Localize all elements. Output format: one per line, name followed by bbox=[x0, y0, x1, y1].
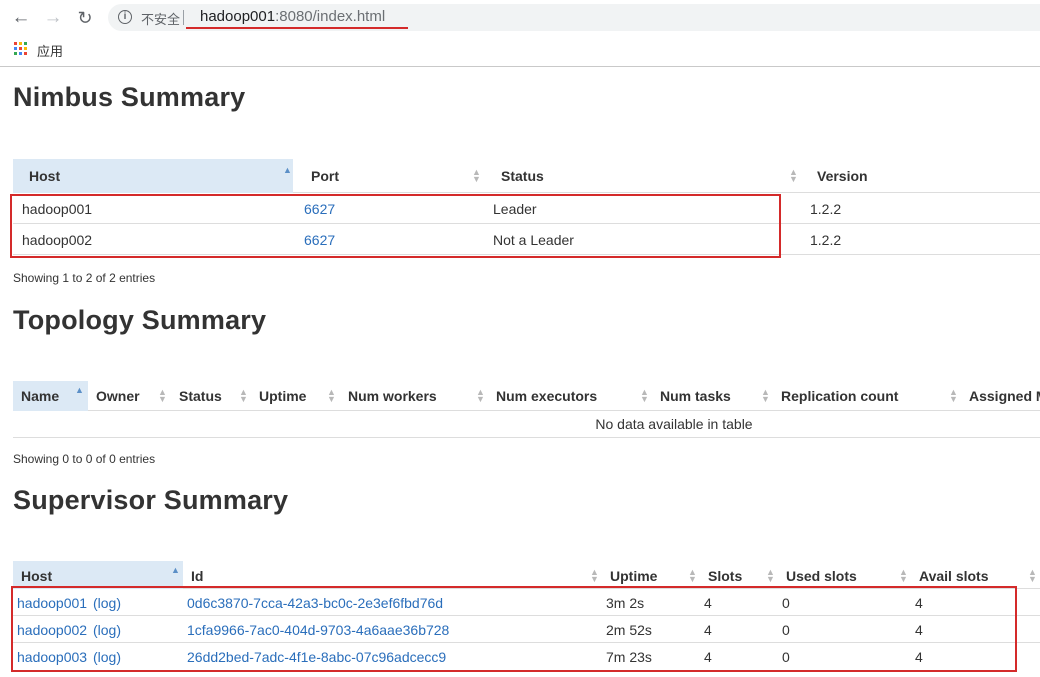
nimbus-col-host[interactable]: Host ▲ bbox=[13, 159, 293, 193]
security-status[interactable]: 不安全 bbox=[141, 9, 180, 28]
topology-col-status-label: Status bbox=[179, 388, 222, 404]
back-arrow-icon[interactable]: ← bbox=[10, 7, 32, 29]
supervisor-col-avail-slots-label: Avail slots bbox=[919, 568, 989, 584]
table-row: No data available in table bbox=[13, 411, 1040, 438]
supervisor-col-id[interactable]: Id ▲ ▼ bbox=[183, 561, 601, 589]
topology-col-replication-count-label: Replication count bbox=[781, 388, 899, 404]
supervisor-col-used-slots-label: Used slots bbox=[786, 568, 857, 584]
nimbus-col-status[interactable]: Status ▲ ▼ bbox=[483, 159, 799, 193]
sort-both-icon: ▲ ▼ bbox=[766, 567, 775, 584]
topology-col-num-tasks-label: Num tasks bbox=[660, 388, 731, 404]
url-annotation-underline bbox=[186, 27, 408, 29]
topology-col-num-executors[interactable]: Num executors ▲ ▼ bbox=[487, 381, 651, 411]
nimbus-summary-title: Nimbus Summary bbox=[13, 82, 246, 112]
topology-col-num-workers-label: Num workers bbox=[348, 388, 437, 404]
sort-asc-icon: ▲ bbox=[171, 565, 180, 575]
nimbus-col-port[interactable]: Port ▲ ▼ bbox=[293, 159, 483, 193]
info-icon[interactable]: i bbox=[118, 10, 132, 24]
url-host: hadoop001 bbox=[200, 8, 276, 25]
apps-grid-dot bbox=[19, 52, 22, 55]
nimbus-version: 1.2.2 bbox=[810, 201, 842, 217]
apps-grid-dot bbox=[14, 52, 17, 55]
topology-summary-title: Topology Summary bbox=[13, 305, 267, 335]
topology-col-uptime-label: Uptime bbox=[259, 388, 307, 404]
reload-icon[interactable]: ↻ bbox=[74, 7, 96, 29]
apps-grid-dot bbox=[24, 47, 27, 50]
topology-col-name[interactable]: Name ▲ bbox=[13, 381, 88, 411]
sort-asc-icon: ▲ bbox=[283, 165, 292, 175]
sort-both-icon: ▲ ▼ bbox=[472, 167, 481, 184]
nimbus-table-header: Host ▲ Port ▲ ▼ Status ▲ ▼ Version bbox=[13, 159, 1040, 193]
nimbus-annotation-box bbox=[10, 194, 781, 258]
supervisor-col-slots-label: Slots bbox=[708, 568, 743, 584]
apps-bookmark-label[interactable]: 应用 bbox=[37, 41, 63, 60]
sort-both-icon: ▲ ▼ bbox=[476, 387, 485, 404]
url-text[interactable]: hadoop001:8080/index.html bbox=[200, 8, 385, 25]
url-path: :8080/index.html bbox=[275, 8, 386, 25]
supervisor-col-host-label: Host bbox=[21, 568, 53, 584]
nimbus-col-version[interactable]: Version bbox=[799, 159, 1040, 193]
apps-grid-dot bbox=[14, 42, 17, 45]
sort-both-icon: ▲ ▼ bbox=[688, 567, 697, 584]
topology-col-assigned[interactable]: Assigned M bbox=[960, 381, 1040, 411]
supervisor-summary-title: Supervisor Summary bbox=[13, 485, 289, 515]
nimbus-table-info: Showing 1 to 2 of 2 entries bbox=[13, 271, 156, 285]
topology-col-uptime[interactable]: Uptime ▲ ▼ bbox=[251, 381, 339, 411]
apps-grid-dot bbox=[14, 47, 17, 50]
nimbus-col-version-label: Version bbox=[817, 168, 868, 184]
supervisor-col-used-slots[interactable]: Used slots ▲ ▼ bbox=[777, 561, 910, 589]
supervisor-col-avail-slots[interactable]: Avail slots ▲ ▼ bbox=[910, 561, 1040, 589]
sort-both-icon: ▲ ▼ bbox=[158, 387, 167, 404]
topology-col-owner-label: Owner bbox=[96, 388, 140, 404]
supervisor-col-id-label: Id bbox=[191, 568, 204, 584]
apps-grid-dot bbox=[24, 52, 27, 55]
supervisor-col-uptime[interactable]: Uptime ▲ ▼ bbox=[601, 561, 699, 589]
sort-both-icon: ▲ ▼ bbox=[949, 387, 958, 404]
url-separator bbox=[183, 10, 184, 25]
topology-empty-message: No data available in table bbox=[595, 416, 753, 432]
topology-col-replication-count[interactable]: Replication count ▲ ▼ bbox=[772, 381, 960, 411]
browser-toolbar: ← → ↻ i 不安全 hadoop001:8080/index.html bbox=[0, 0, 1040, 34]
sort-both-icon: ▲ ▼ bbox=[789, 167, 798, 184]
sort-asc-icon: ▲ bbox=[75, 385, 84, 395]
supervisor-col-slots[interactable]: Slots ▲ ▼ bbox=[699, 561, 777, 589]
nimbus-col-host-label: Host bbox=[29, 168, 61, 184]
forward-arrow-icon[interactable]: → bbox=[42, 7, 64, 29]
topology-col-num-executors-label: Num executors bbox=[496, 388, 598, 404]
topology-table-info: Showing 0 to 0 of 0 entries bbox=[13, 452, 156, 466]
sort-both-icon: ▲ ▼ bbox=[590, 567, 599, 584]
sort-both-icon: ▲ ▼ bbox=[899, 567, 908, 584]
apps-grid-dot bbox=[24, 42, 27, 45]
sort-both-icon: ▲ ▼ bbox=[327, 387, 336, 404]
topology-col-assigned-label: Assigned M bbox=[969, 388, 1040, 404]
nimbus-col-port-label: Port bbox=[311, 168, 339, 184]
nimbus-col-status-label: Status bbox=[501, 168, 544, 184]
supervisor-col-uptime-label: Uptime bbox=[610, 568, 658, 584]
apps-grid-icon[interactable] bbox=[14, 42, 27, 55]
supervisor-annotation-box bbox=[11, 586, 1017, 672]
supervisor-table-header: Host ▲ Id ▲ ▼ Uptime ▲ ▼ Slots ▲ ▼ Used slo… bbox=[13, 561, 1040, 589]
apps-grid-dot bbox=[19, 42, 22, 45]
topology-col-name-label: Name bbox=[21, 388, 60, 404]
nimbus-version: 1.2.2 bbox=[810, 232, 842, 248]
sort-both-icon: ▲ ▼ bbox=[761, 387, 770, 404]
sort-both-icon: ▲ ▼ bbox=[239, 387, 248, 404]
topology-col-num-tasks[interactable]: Num tasks ▲ ▼ bbox=[651, 381, 772, 411]
topology-col-num-workers[interactable]: Num workers ▲ ▼ bbox=[339, 381, 487, 411]
supervisor-col-host[interactable]: Host ▲ bbox=[13, 561, 183, 589]
topology-col-status[interactable]: Status ▲ ▼ bbox=[171, 381, 251, 411]
topology-table-header: Name ▲ Owner ▲ ▼ Status ▲ ▼ Uptime ▲ ▼ Num … bbox=[13, 381, 1040, 411]
topology-col-owner[interactable]: Owner ▲ ▼ bbox=[88, 381, 171, 411]
sort-both-icon: ▲ ▼ bbox=[1028, 567, 1037, 584]
sort-both-icon: ▲ ▼ bbox=[640, 387, 649, 404]
apps-grid-dot bbox=[19, 47, 22, 50]
bookmarks-bar: 应用 bbox=[0, 36, 1040, 67]
